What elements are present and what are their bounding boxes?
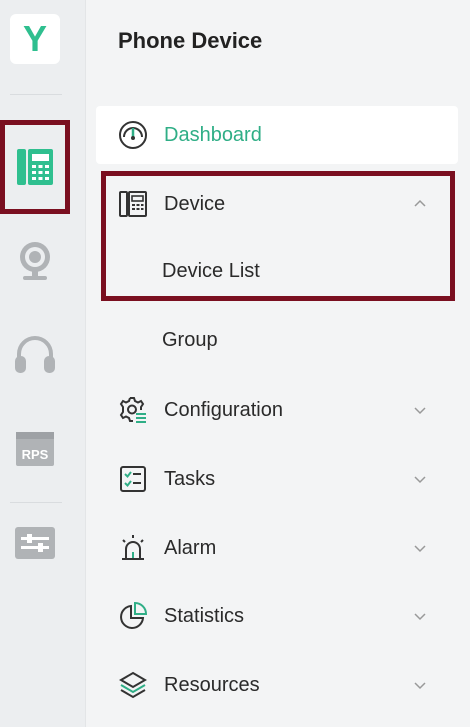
nav-item-configuration[interactable]: Configuration (96, 381, 458, 439)
alarm-icon (118, 533, 148, 563)
rps-icon: RPS (15, 429, 55, 469)
nav-item-resources[interactable]: Resources (96, 656, 458, 714)
logo-letter: Y (22, 18, 47, 59)
highlight-frame-rail (0, 120, 70, 214)
pie-chart-icon (118, 601, 148, 631)
rail-item-rps[interactable]: RPS (0, 414, 70, 484)
gauge-icon (118, 120, 148, 150)
chevron-down-icon (414, 407, 426, 415)
panel-title: Phone Device (118, 28, 263, 53)
nav-item-alarm[interactable]: Alarm (96, 519, 458, 577)
rail-item-webcam[interactable] (0, 226, 70, 296)
nav-label-statistics: Statistics (164, 604, 245, 627)
chevron-down-icon (414, 682, 426, 690)
rail-item-settings[interactable] (0, 508, 70, 578)
nav-label-dashboard: Dashboard (164, 123, 262, 146)
config-gear-icon (118, 395, 148, 425)
nav-item-dashboard[interactable]: Dashboard (96, 106, 458, 164)
highlight-frame-device (101, 171, 455, 301)
nav-label-group: Group (162, 328, 218, 351)
webcam-icon (15, 240, 55, 282)
chevron-down-icon (414, 476, 426, 484)
nav-item-tasks[interactable]: Tasks (96, 450, 458, 508)
app-logo[interactable]: Y (10, 14, 60, 64)
nav-label-resources: Resources (164, 673, 260, 696)
nav-item-group[interactable]: Group (96, 311, 458, 369)
nav-label-alarm: Alarm (164, 536, 217, 559)
rps-label: RPS (22, 447, 49, 462)
tasks-checklist-icon (118, 464, 148, 494)
sliders-icon (14, 525, 56, 561)
app-rail: Y RPS (0, 0, 86, 727)
chevron-down-icon (414, 613, 426, 621)
nav-label-configuration: Configuration (164, 398, 283, 421)
rail-divider (10, 94, 62, 95)
nav-item-statistics[interactable]: Statistics (96, 587, 458, 645)
layers-icon (118, 670, 148, 700)
chevron-down-icon (414, 545, 426, 553)
rail-divider (10, 502, 62, 503)
nav-label-tasks: Tasks (164, 467, 216, 490)
headset-icon (13, 334, 57, 376)
rail-item-headset[interactable] (0, 320, 70, 390)
